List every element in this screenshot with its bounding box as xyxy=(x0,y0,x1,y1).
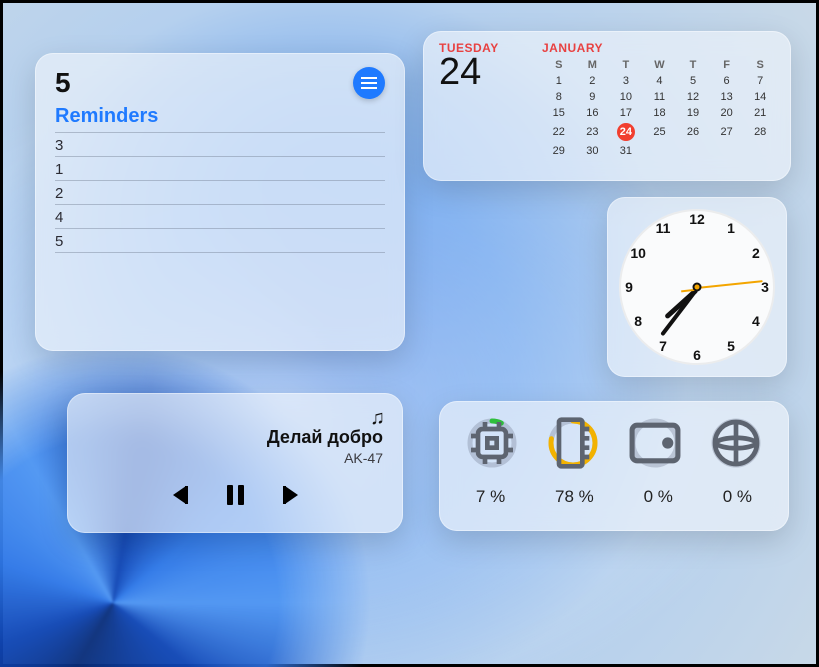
calendar-day-cell xyxy=(643,143,677,159)
clock-numeral: 10 xyxy=(630,245,646,261)
clock-numeral: 1 xyxy=(727,220,735,236)
calendar-day-cell[interactable]: 13 xyxy=(710,89,744,105)
clock-numeral: 12 xyxy=(689,211,705,227)
track-artist: AK-47 xyxy=(87,450,383,466)
calendar-day-cell[interactable]: 10 xyxy=(609,89,643,105)
previous-track-button[interactable] xyxy=(166,482,192,508)
calendar-day-cell[interactable]: 6 xyxy=(710,73,744,89)
calendar-day-cell[interactable]: 12 xyxy=(676,89,710,105)
calendar-day-cell[interactable]: 29 xyxy=(542,143,576,159)
clock-numeral: 7 xyxy=(659,338,667,354)
calendar-day-cell[interactable]: 24 xyxy=(609,121,643,143)
reminder-item[interactable]: 5 xyxy=(55,228,385,252)
calendar-day-cell[interactable]: 22 xyxy=(542,121,576,143)
ram-percent-label: 78 % xyxy=(555,487,594,507)
calendar-widget[interactable]: TUESDAY 24 JANUARY SMTWTFS 1234567891011… xyxy=(423,31,791,181)
clock-numeral: 6 xyxy=(693,347,701,363)
reminder-item[interactable]: 2 xyxy=(55,180,385,204)
reminders-list-icon[interactable] xyxy=(353,67,385,99)
calendar-day-cell[interactable]: 3 xyxy=(609,73,643,89)
calendar-day-cell[interactable]: 27 xyxy=(710,121,744,143)
calendar-day-cell[interactable]: 17 xyxy=(609,105,643,121)
cpu-gauge[interactable] xyxy=(464,415,520,471)
calendar-day-cell[interactable]: 26 xyxy=(676,121,710,143)
clock-numeral: 8 xyxy=(634,313,642,329)
calendar-weekday-header: M xyxy=(576,57,610,73)
clock-min-hand xyxy=(660,288,698,337)
calendar-month: JANUARY xyxy=(542,41,777,55)
ram-gauge[interactable] xyxy=(545,415,601,471)
calendar-day-cell[interactable]: 1 xyxy=(542,73,576,89)
cpu-percent-label: 7 % xyxy=(476,487,505,507)
clock-numeral: 4 xyxy=(752,313,760,329)
calendar-day-cell[interactable]: 28 xyxy=(743,121,777,143)
next-track-button[interactable] xyxy=(278,482,304,508)
ram-icon xyxy=(545,415,601,471)
calendar-day-cell[interactable]: 5 xyxy=(676,73,710,89)
calendar-day-cell[interactable]: 25 xyxy=(643,121,677,143)
disk-icon xyxy=(627,415,683,471)
calendar-weekday-header: T xyxy=(676,57,710,73)
calendar-day-cell[interactable]: 20 xyxy=(710,105,744,121)
clock-widget[interactable]: 121234567891011 xyxy=(607,197,787,377)
clock-second-hand xyxy=(697,280,763,288)
reminder-item[interactable]: 3 xyxy=(55,132,385,156)
calendar-day-cell[interactable]: 14 xyxy=(743,89,777,105)
calendar-day-cell xyxy=(743,143,777,159)
calendar-day-cell[interactable]: 19 xyxy=(676,105,710,121)
net-gauge[interactable] xyxy=(708,415,764,471)
calendar-weekday-header: W xyxy=(643,57,677,73)
calendar-day-cell[interactable]: 31 xyxy=(609,143,643,159)
calendar-weekday-header: F xyxy=(710,57,744,73)
calendar-day-cell[interactable]: 23 xyxy=(576,121,610,143)
reminders-title: Reminders xyxy=(55,105,385,128)
calendar-grid[interactable]: SMTWTFS 12345678910111213141516171819202… xyxy=(542,57,777,159)
calendar-day-cell[interactable]: 30 xyxy=(576,143,610,159)
reminder-item[interactable]: 4 xyxy=(55,204,385,228)
play-pause-button[interactable] xyxy=(222,482,248,508)
calendar-day-cell xyxy=(676,143,710,159)
reminder-item[interactable]: 1 xyxy=(55,156,385,180)
reminders-widget[interactable]: 5 Reminders 31245 xyxy=(35,53,405,351)
calendar-day-cell[interactable]: 15 xyxy=(542,105,576,121)
clock-numeral: 11 xyxy=(656,220,671,236)
calendar-day-cell[interactable]: 16 xyxy=(576,105,610,121)
cpu-icon xyxy=(464,415,520,471)
calendar-weekday-header: T xyxy=(609,57,643,73)
reminders-count: 5 xyxy=(55,67,71,99)
system-stats-widget[interactable]: 7 % 78 % 0 % 0 % xyxy=(439,401,789,531)
clock-numeral: 5 xyxy=(727,338,735,354)
calendar-weekday-header: S xyxy=(542,57,576,73)
clock-face: 121234567891011 xyxy=(619,209,775,365)
calendar-day-cell xyxy=(710,143,744,159)
clock-center-cap xyxy=(693,283,702,292)
network-icon xyxy=(708,415,764,471)
now-playing-widget[interactable]: ♫ Делай добро AK-47 xyxy=(67,393,403,533)
calendar-day-cell[interactable]: 4 xyxy=(643,73,677,89)
track-title: Делай добро xyxy=(87,427,383,448)
calendar-weekday-header: S xyxy=(743,57,777,73)
calendar-day-cell[interactable]: 21 xyxy=(743,105,777,121)
calendar-day-cell[interactable]: 7 xyxy=(743,73,777,89)
music-note-icon: ♫ xyxy=(370,407,385,430)
calendar-day-cell[interactable]: 18 xyxy=(643,105,677,121)
calendar-day-cell[interactable]: 11 xyxy=(643,89,677,105)
calendar-day-cell[interactable]: 9 xyxy=(576,89,610,105)
disk-gauge[interactable] xyxy=(627,415,683,471)
net-percent-label: 0 % xyxy=(723,487,752,507)
calendar-day-cell[interactable]: 2 xyxy=(576,73,610,89)
disk-percent-label: 0 % xyxy=(644,487,673,507)
calendar-day-cell[interactable]: 8 xyxy=(542,89,576,105)
clock-numeral: 2 xyxy=(752,245,760,261)
clock-numeral: 9 xyxy=(625,279,633,295)
